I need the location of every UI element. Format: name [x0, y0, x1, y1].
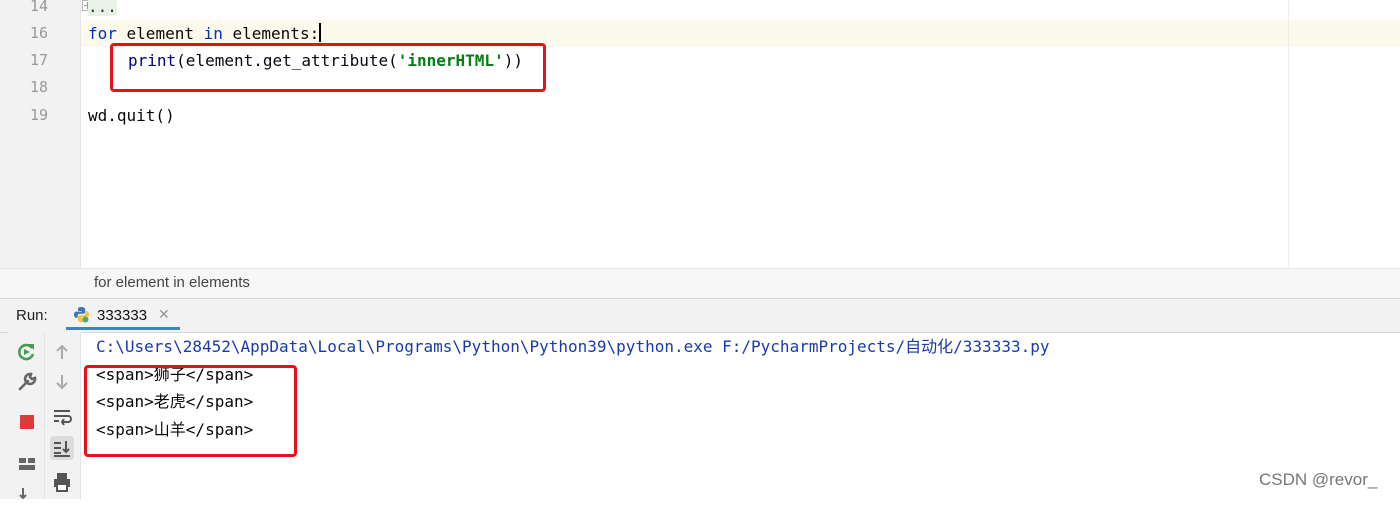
code-line[interactable]: ...	[88, 0, 117, 20]
console-actions-toolbar	[45, 332, 81, 499]
run-tool-window-header: Run: 333333 ✕	[0, 298, 1400, 333]
line-number: 16	[29, 24, 48, 42]
code-text: elements:	[222, 24, 320, 43]
soft-wrap-icon[interactable]	[50, 404, 74, 428]
arrow-down-icon[interactable]	[50, 370, 74, 394]
print-icon[interactable]	[50, 470, 74, 494]
watermark: CSDN @revor_	[1259, 470, 1378, 489]
line-number: 18	[29, 78, 48, 96]
code-line[interactable]: wd.quit()	[88, 102, 175, 129]
folded-code-placeholder[interactable]: ...	[88, 0, 117, 16]
wrench-icon[interactable]	[15, 370, 39, 394]
annotation-highlight-box	[110, 43, 546, 92]
code-text: element	[116, 24, 204, 43]
run-label: Run:	[16, 307, 48, 324]
run-tab-label: 333333	[97, 307, 148, 324]
arrow-up-icon[interactable]	[50, 340, 74, 364]
annotation-highlight-box	[84, 365, 297, 457]
line-number: 19	[29, 106, 48, 124]
stop-icon[interactable]	[15, 410, 39, 434]
line-number: 14	[29, 0, 48, 15]
breadcrumb-item[interactable]: for element in elements	[94, 274, 250, 291]
right-margin-guide	[1288, 0, 1289, 268]
close-icon[interactable]: ✕	[158, 306, 170, 323]
run-tab[interactable]: 333333 ✕	[66, 299, 180, 330]
console-command-line: C:\Users\28452\AppData\Local\Programs\Py…	[96, 337, 1050, 356]
text-caret	[319, 23, 322, 42]
line-number: 17	[29, 51, 48, 69]
scroll-to-end-icon[interactable]	[50, 436, 74, 460]
run-actions-toolbar	[8, 332, 45, 500]
rerun-icon[interactable]	[15, 340, 39, 364]
keyword: for	[88, 24, 117, 43]
pin-tab-icon[interactable]	[15, 484, 39, 508]
line-number-gutter: 14 16 17 18 19	[8, 0, 93, 268]
python-icon	[73, 306, 90, 323]
breadcrumb[interactable]: for element in elements	[0, 268, 1400, 298]
layout-icon[interactable]	[15, 452, 39, 476]
keyword: in	[203, 24, 223, 43]
